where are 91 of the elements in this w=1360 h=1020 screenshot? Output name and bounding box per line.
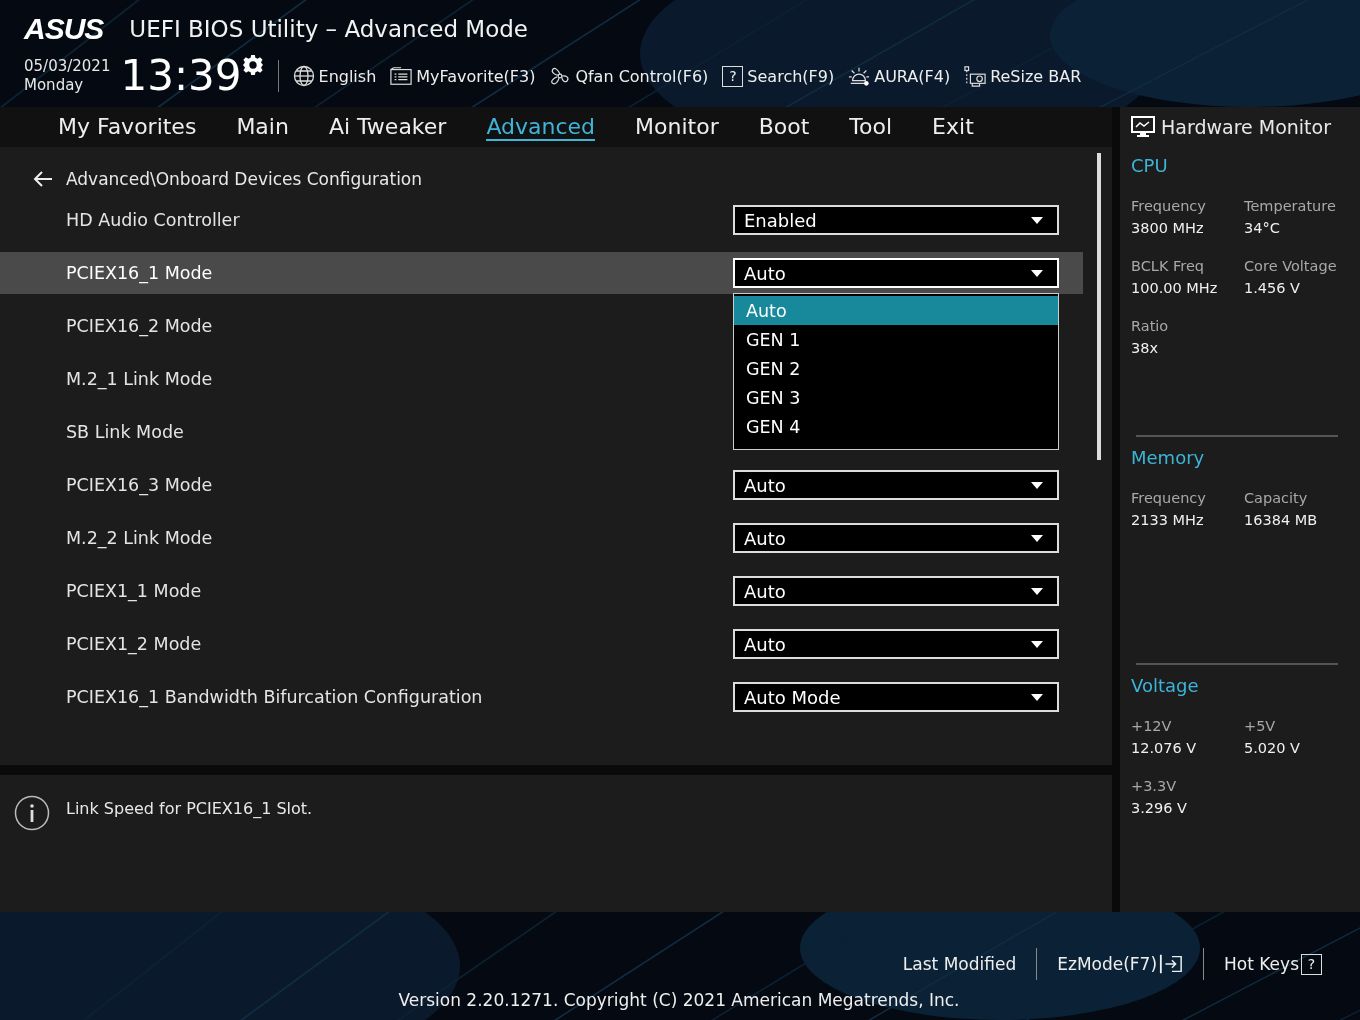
clock-time: 13:39 [120,52,242,100]
caret-icon [1031,588,1043,595]
toolbar-link[interactable]: Qfan Control(F6) [575,66,709,86]
setting-label: PCIEX1_1 Mode [66,581,202,601]
metric-value: 38x [1131,340,1160,356]
day-text: Monday [24,76,85,95]
expansion-card-icon[interactable] [964,65,987,87]
footer-button[interactable]: Last Modified [882,954,1037,974]
setting-label: M.2_1 Link Mode [66,369,213,389]
menu-tab[interactable]: Tool [849,113,893,141]
metric-label: Capacity [1244,490,1309,506]
back-arrow-icon[interactable] [32,170,54,188]
brand-logo: ASUS [24,12,104,46]
metric-value: 2133 MHz [1131,512,1205,528]
search-icon[interactable]: ? [722,65,744,87]
metric-label: Core Voltage [1244,258,1338,274]
dropdown-option[interactable]: GEN 3 [734,383,1058,412]
setting-label: M.2_2 Link Mode [66,528,213,548]
metric-label: Ratio [1131,318,1170,334]
footer-button[interactable]: EzMode(F7) [1037,953,1204,975]
dropdown[interactable]: Auto [733,523,1059,553]
caret-icon [1031,270,1043,277]
metric-value: 3800 MHz [1131,220,1205,236]
setting-label: HD Audio Controller [66,210,240,230]
caret-icon [1031,694,1043,701]
menu-tab[interactable]: Advanced [486,113,596,141]
help-text: Link Speed for PCIEX16_1 Slot. [66,799,313,820]
menu-tab[interactable]: Ai Tweaker [328,113,447,141]
dropdown[interactable]: Auto [733,470,1059,500]
toolbar-link[interactable]: English [318,66,377,86]
dropdown-option[interactable]: GEN 2 [734,354,1058,383]
dropdown[interactable]: Enabled [733,205,1059,235]
section-title: Memory [1131,447,1206,468]
metric-label: +12V [1131,718,1173,734]
metric-label: BCLK Freq [1131,258,1206,274]
metric-label: +3.3V [1131,778,1178,794]
toolbar-link[interactable]: Search(F9) [747,66,835,86]
metric-value: 3.296 V [1131,800,1189,816]
panel-title: Hardware Monitor [1161,116,1331,138]
breadcrumb: Advanced\Onboard Devices Configuration [66,169,423,189]
caret-icon [1031,217,1043,224]
menu-tab[interactable]: Main [236,113,289,141]
setting-label: PCIEX16_3 Mode [66,475,213,495]
caret-icon [1031,482,1043,489]
caret-icon [1031,641,1043,648]
question-icon: ? [1301,953,1322,975]
metric-value: 1.456 V [1244,280,1302,296]
menu-tab[interactable]: Monitor [635,113,719,141]
menu-tab[interactable]: Exit [932,113,974,141]
info-icon [14,795,50,831]
version-text: Version 2.20.1271. Copyright (C) 2021 American Megatrends, Inc. [398,990,960,1010]
dropdown-option[interactable]: GEN 4 [734,412,1058,441]
metric-label: Frequency [1131,490,1207,506]
toolbar-link[interactable]: MyFavorite(F3) [416,66,536,86]
monitor-icon [1131,116,1155,138]
exit-arrow-icon [1159,953,1184,975]
metric-value: 16384 MB [1244,512,1319,528]
fan-icon[interactable] [549,65,572,87]
globe-icon[interactable] [292,65,315,87]
toolbar-link[interactable]: ReSize BAR [990,66,1082,86]
dropdown[interactable]: Auto [733,629,1059,659]
date-text: 05/03/2021 [24,57,111,76]
scrollbar[interactable] [1097,153,1101,460]
dropdown[interactable]: Auto Mode [733,682,1059,712]
menu-tab[interactable]: My Favorites [58,113,197,141]
setting-label: SB Link Mode [66,422,184,442]
metric-value: 12.076 V [1131,740,1198,756]
list-icon[interactable] [390,65,413,87]
window-title: UEFI BIOS Utility – Advanced Mode [129,16,528,42]
settings-icon[interactable] [241,54,264,76]
caret-icon [1031,535,1043,542]
toolbar-link[interactable]: AURA(F4) [874,66,951,86]
metric-value: 100.00 MHz [1131,280,1219,296]
metric-label: +5V [1244,718,1277,734]
menu-tab[interactable]: Boot [758,113,810,141]
dropdown-option[interactable]: GEN 1 [734,325,1058,354]
setting-label: PCIEX1_2 Mode [66,634,202,654]
dropdown-option[interactable]: Auto [734,296,1058,325]
setting-label: PCIEX16_2 Mode [66,316,213,336]
setting-label: PCIEX16_1 Mode [66,263,213,283]
lamp-icon[interactable] [848,65,871,87]
footer-button[interactable]: Hot Keys ? [1204,953,1342,975]
dropdown[interactable]: Auto [733,258,1059,288]
section-title: Voltage [1131,675,1200,696]
metric-value: 5.020 V [1244,740,1302,756]
metric-value: 34°C [1244,220,1281,236]
dropdown[interactable]: Auto [733,576,1059,606]
metric-label: Frequency [1131,198,1207,214]
setting-label: PCIEX16_1 Bandwidth Bifurcation Configuration [66,687,483,707]
section-title: CPU [1131,155,1169,176]
metric-label: Temperature [1244,198,1337,214]
